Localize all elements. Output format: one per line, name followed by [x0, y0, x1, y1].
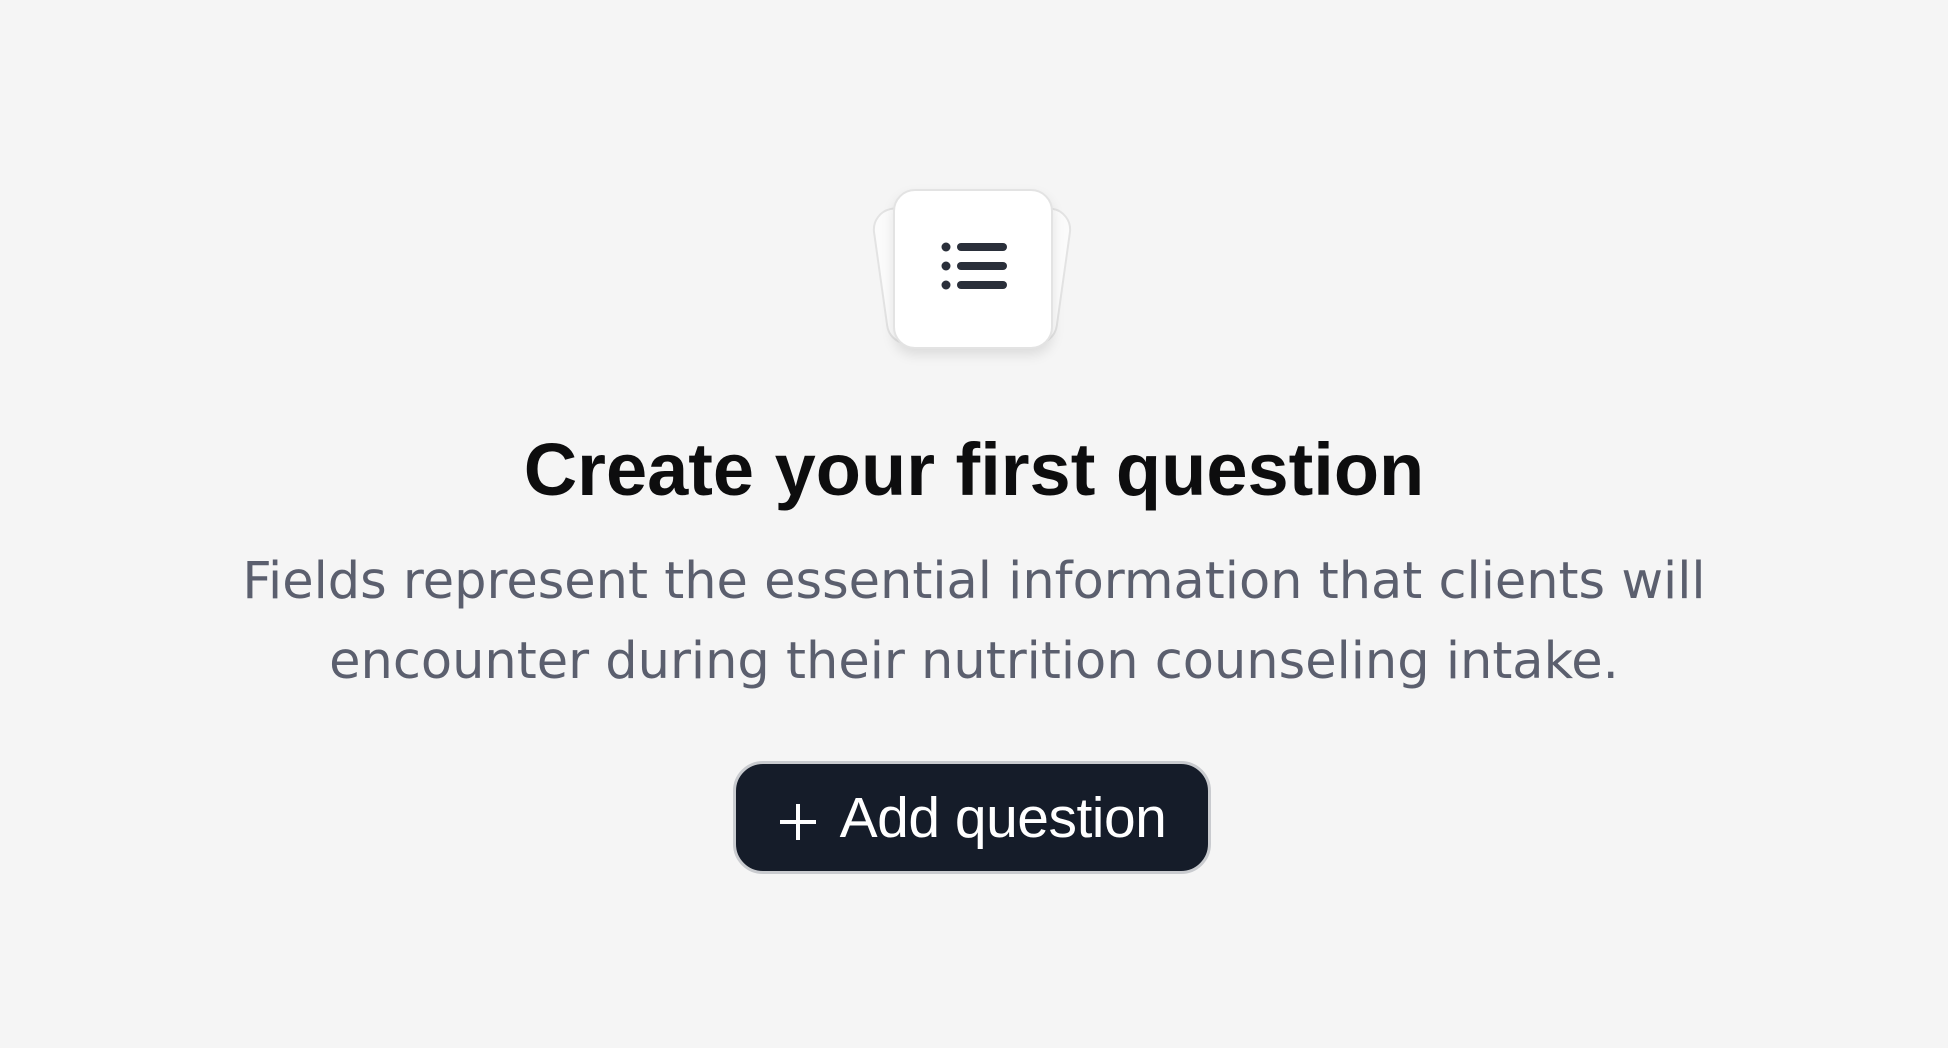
add-question-label: Add question — [839, 785, 1167, 850]
empty-state: Create your first question Fields repres… — [0, 0, 1948, 1048]
plus-icon — [779, 803, 816, 840]
questions-illustration — [861, 189, 1081, 359]
empty-state-description: Fields represent the essential informati… — [242, 552, 1706, 691]
card-front — [893, 189, 1053, 349]
add-question-button[interactable]: Add question — [733, 761, 1211, 874]
empty-state-title: Create your first question — [523, 428, 1425, 511]
list-icon — [941, 242, 1007, 290]
